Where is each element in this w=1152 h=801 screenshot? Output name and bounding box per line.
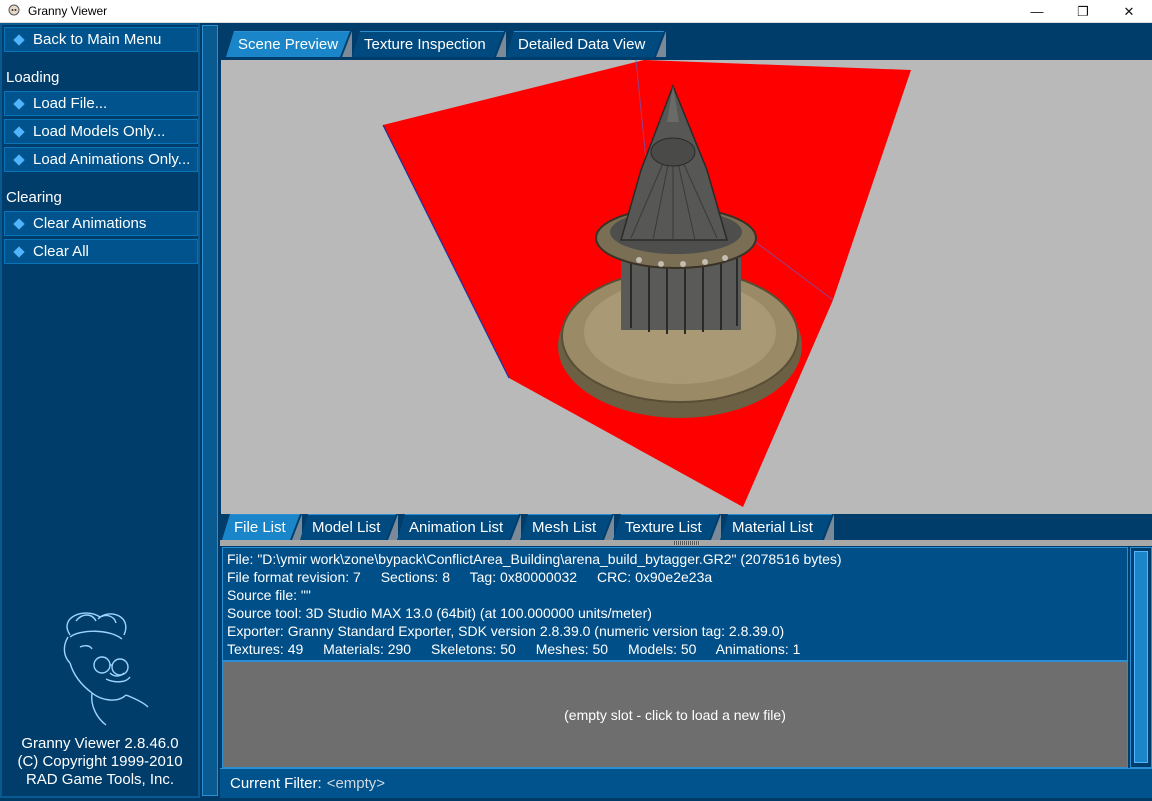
filter-bar[interactable]: Current Filter: <empty> xyxy=(220,768,1152,798)
sidebar-splitter[interactable] xyxy=(202,25,218,796)
company-label: RAD Game Tools, Inc. xyxy=(25,771,175,788)
diamond-icon xyxy=(13,97,25,110)
copyright-label: (C) Copyright 1999-2010 xyxy=(17,753,183,770)
filter-value: <empty> xyxy=(326,775,386,792)
tab-file-list[interactable]: File List xyxy=(222,514,302,540)
file-list-scrollbar[interactable] xyxy=(1130,547,1152,768)
diamond-icon xyxy=(13,217,25,230)
diamond-icon xyxy=(13,153,25,166)
tab-animation-list[interactable]: Animation List xyxy=(397,514,521,540)
counts-line: Textures: 49 Materials: 290 Skeletons: 5… xyxy=(227,641,801,657)
window-title: Granny Viewer xyxy=(28,4,108,18)
filter-label: Current Filter: xyxy=(230,775,322,792)
tab-texture-inspection[interactable]: Texture Inspection xyxy=(352,31,506,57)
tab-material-list[interactable]: Material List xyxy=(720,514,834,540)
clear-animations-button[interactable]: Clear Animations xyxy=(4,211,198,236)
close-button[interactable]: ✕ xyxy=(1106,0,1152,23)
roof-crown xyxy=(650,137,696,167)
scrollbar-thumb[interactable] xyxy=(1134,551,1148,763)
diamond-icon xyxy=(13,245,25,258)
diamond-icon xyxy=(13,125,25,138)
main-area: Scene Preview Texture Inspection Detaile… xyxy=(220,23,1152,798)
load-models-only-button[interactable]: Load Models Only... xyxy=(4,119,198,144)
load-file-button[interactable]: Load File... xyxy=(4,91,198,116)
back-to-main-menu-button[interactable]: Back to Main Menu xyxy=(4,27,198,52)
title-bar: Granny Viewer — ❐ ✕ xyxy=(0,0,1152,23)
main-tab-bar: Scene Preview Texture Inspection Detaile… xyxy=(220,23,1152,60)
panel-splitter[interactable] xyxy=(220,540,1152,546)
tab-mesh-list[interactable]: Mesh List xyxy=(520,514,614,540)
empty-file-slot[interactable]: (empty slot - click to load a new file) xyxy=(222,661,1128,768)
scene-viewport[interactable] xyxy=(221,60,1152,537)
sidebar: Back to Main Menu Loading Load File... L… xyxy=(0,23,200,798)
version-label: Granny Viewer 2.8.46.0 xyxy=(21,735,179,752)
source-tool-line: Source tool: 3D Studio MAX 13.0 (64bit) … xyxy=(227,605,652,621)
exporter-line: Exporter: Granny Standard Exporter, SDK … xyxy=(227,623,785,639)
loading-header: Loading xyxy=(6,69,60,86)
file-format-line: File format revision: 7 Sections: 8 Tag:… xyxy=(227,569,713,585)
granny-app-icon xyxy=(6,3,22,19)
restore-button[interactable]: ❐ xyxy=(1060,0,1106,23)
granny-logo xyxy=(63,612,149,726)
source-file-line: Source file: "" xyxy=(227,587,311,603)
clear-all-button[interactable]: Clear All xyxy=(4,239,198,264)
clearing-header: Clearing xyxy=(6,189,62,206)
credits: Granny Viewer 2.8.46.0 (C) Copyright 199… xyxy=(2,735,198,789)
tab-texture-list[interactable]: Texture List xyxy=(613,514,721,540)
tab-model-list[interactable]: Model List xyxy=(300,514,398,540)
scene-render xyxy=(382,60,911,507)
file-info-panel[interactable]: File: "D:\ymir work\zone\bypack\Conflict… xyxy=(222,547,1128,661)
tab-detailed-data-view[interactable]: Detailed Data View xyxy=(506,31,666,57)
file-path-line: File: "D:\ymir work\zone\bypack\Conflict… xyxy=(227,551,842,567)
list-tab-bar: File List Model List Animation List Mesh… xyxy=(220,514,1152,540)
minimize-button[interactable]: — xyxy=(1014,0,1060,23)
load-animations-only-button[interactable]: Load Animations Only... xyxy=(4,147,198,172)
tab-scene-preview[interactable]: Scene Preview xyxy=(226,31,352,57)
splitter-grip-icon xyxy=(674,541,700,545)
diamond-icon xyxy=(13,33,25,46)
